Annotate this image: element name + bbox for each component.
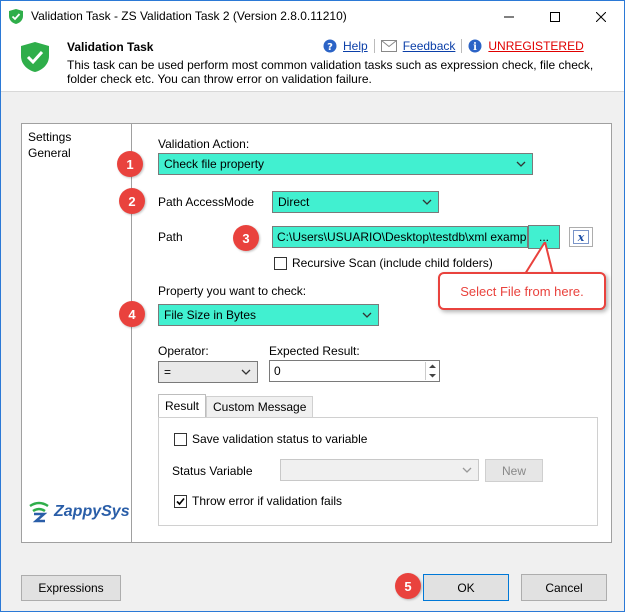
function-x-icon: x [573,230,589,244]
numeric-spinner[interactable] [425,362,438,380]
path-input[interactable]: C:\Users\USUARIO\Desktop\testdb\xml exam… [272,226,528,248]
cancel-button[interactable]: Cancel [521,574,607,601]
path-label: Path [158,230,183,244]
expected-result-label: Expected Result: [269,344,360,358]
select-file-callout: Select File from here. [438,272,606,310]
throw-error-checkbox[interactable] [174,495,187,508]
chevron-down-icon [422,199,432,205]
step-badge-4: 4 [119,301,145,327]
callout-pointer [523,242,555,276]
header-links: ? Help Feedback i UNREGISTERED [323,39,584,53]
throw-error-label: Throw error if validation fails [192,494,343,508]
maximize-button[interactable] [532,1,578,32]
validation-action-select[interactable]: Check file property [158,153,533,175]
operator-select[interactable]: = [158,361,258,383]
minimize-button[interactable] [486,1,532,32]
svg-text:i: i [473,42,477,53]
save-status-checkbox[interactable] [174,433,187,446]
checkmark-icon [176,497,185,506]
status-variable-label: Status Variable [172,464,253,478]
feedback-link[interactable]: Feedback [403,39,456,53]
chevron-down-icon [362,312,372,318]
window-title: Validation Task - ZS Validation Task 2 (… [31,9,347,23]
zappysys-logo: ZappySys [28,501,130,523]
validation-task-window: Validation Task - ZS Validation Task 2 (… [0,0,625,612]
expressions-button[interactable]: Expressions [21,575,121,601]
close-button[interactable] [578,1,624,32]
status-variable-select[interactable] [280,459,479,481]
validation-action-value: Check file property [164,157,265,171]
chevron-down-icon [241,369,251,375]
property-label: Property you want to check: [158,284,307,298]
separator [373,39,375,53]
spin-up-icon[interactable] [426,362,439,371]
result-tabs: Result Custom Message [158,394,314,417]
minimize-icon [504,16,514,17]
help-link[interactable]: Help [343,39,368,53]
settings-nav: Settings General [21,123,132,543]
envelope-icon [380,40,397,52]
zappysys-logo-icon [29,501,49,523]
close-icon [596,11,606,22]
path-access-mode-label: Path AccessMode [158,195,255,209]
step-badge-1: 1 [117,151,143,177]
path-access-mode-value: Direct [278,195,310,209]
task-title: Validation Task [67,40,154,54]
nav-item-general[interactable]: General [28,145,125,161]
expected-result-input[interactable]: 0 [269,360,440,382]
shield-check-icon [9,9,23,24]
title-bar: Validation Task - ZS Validation Task 2 (… [1,1,624,32]
property-select[interactable]: File Size in Bytes [158,304,379,326]
help-icon: ? [323,39,337,53]
zappysys-logo-text: ZappySys [54,503,130,520]
task-description: This task can be used perform most commo… [67,58,594,86]
maximize-icon [550,11,560,22]
expected-result-value: 0 [274,364,281,378]
tab-result[interactable]: Result [158,394,207,417]
separator [461,39,463,53]
ok-button[interactable]: OK [423,574,509,601]
expression-button[interactable]: x [569,227,593,247]
svg-text:x: x [577,231,585,244]
shield-check-icon [21,42,49,72]
new-variable-button[interactable]: New [485,459,543,482]
chevron-down-icon [462,467,472,473]
task-header: Validation Task This task can be used pe… [1,32,624,92]
recursive-scan-checkbox[interactable] [274,257,287,270]
validation-action-label: Validation Action: [158,137,250,151]
save-status-label: Save validation status to variable [192,432,368,446]
tab-custom-message[interactable]: Custom Message [206,396,314,417]
operator-value: = [164,365,172,379]
recursive-scan-label: Recursive Scan (include child folders) [292,256,493,270]
path-access-mode-select[interactable]: Direct [272,191,439,213]
operator-label: Operator: [158,344,209,358]
step-badge-2: 2 [119,188,145,214]
step-badge-3: 3 [233,225,259,251]
nav-item-settings[interactable]: Settings [28,129,125,145]
spin-down-icon[interactable] [426,371,439,380]
info-icon: i [468,39,482,53]
chevron-down-icon [516,161,526,167]
property-value: File Size in Bytes [164,308,257,322]
step-badge-5: 5 [395,573,421,599]
svg-text:?: ? [327,42,333,53]
unregistered-link[interactable]: UNREGISTERED [488,39,583,53]
